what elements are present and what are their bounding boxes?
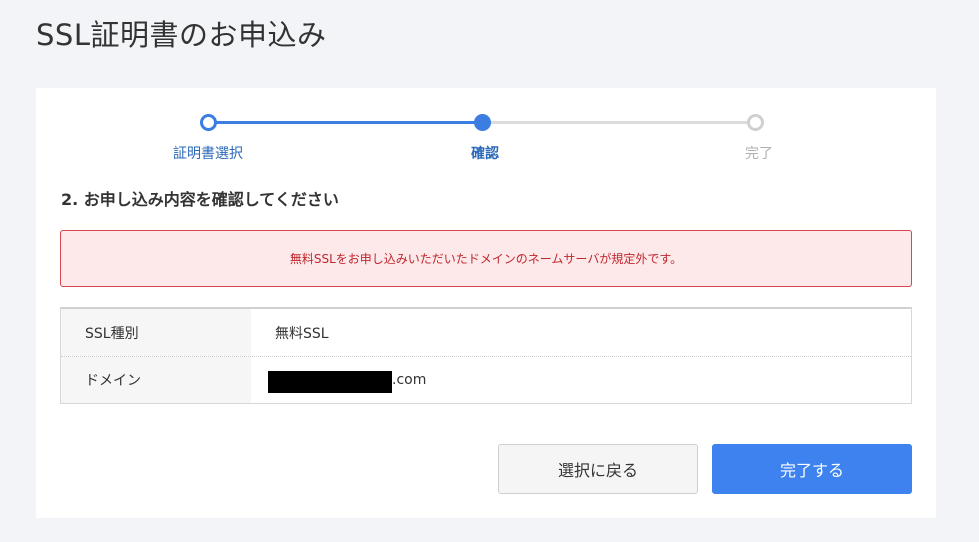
back-to-selection-button[interactable]: 選択に戻る xyxy=(498,444,698,494)
domain-key: ドメイン xyxy=(61,357,251,403)
page-title: SSL証明書のお申込み xyxy=(36,18,327,52)
table-row: ドメイン .com xyxy=(61,356,911,403)
section-heading: 2. お申し込み内容を確認してください xyxy=(61,190,339,209)
progress-stepper: 証明書選択 確認 完了 xyxy=(36,88,936,168)
table-row: SSL種別 無料SSL xyxy=(61,309,911,356)
step-complete-dot-icon xyxy=(747,114,764,131)
main-card: 証明書選択 確認 完了 2. お申し込み内容を確認してください 無料SSLをお申… xyxy=(36,88,936,518)
step-select-dot-icon xyxy=(200,114,217,131)
stepper-line-pending xyxy=(490,121,756,124)
step-confirm-label: 確認 xyxy=(471,146,499,162)
error-alert: 無料SSLをお申し込みいただいたドメインのネームサーバが規定外です。 xyxy=(60,230,912,287)
domain-value: .com xyxy=(251,357,911,403)
details-table: SSL種別 無料SSL ドメイン .com xyxy=(60,307,912,404)
error-alert-message: 無料SSLをお申し込みいただいたドメインのネームサーバが規定外です。 xyxy=(289,252,683,266)
step-confirm-dot-icon xyxy=(474,114,491,131)
complete-button[interactable]: 完了する xyxy=(712,444,912,494)
stepper-line-completed xyxy=(215,121,483,124)
redacted-block xyxy=(268,371,392,393)
ssl-type-value: 無料SSL xyxy=(275,325,329,342)
step-select-label: 証明書選択 xyxy=(173,146,243,162)
domain-suffix: .com xyxy=(392,372,427,388)
step-complete-label: 完了 xyxy=(745,146,773,162)
ssl-type-key: SSL種別 xyxy=(61,309,251,356)
